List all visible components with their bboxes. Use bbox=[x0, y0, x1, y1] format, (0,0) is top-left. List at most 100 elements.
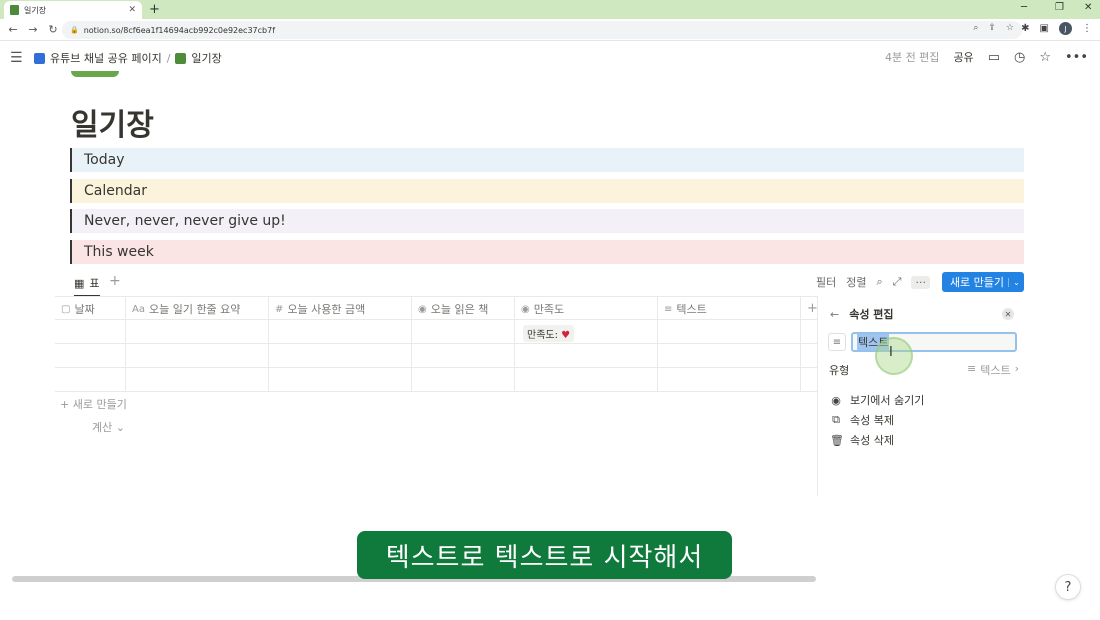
table-cell[interactable] bbox=[515, 368, 658, 392]
hide-in-view-item[interactable]: ◉ 보기에서 숨기기 bbox=[830, 392, 924, 408]
minimize-icon[interactable]: ─ bbox=[1021, 2, 1027, 13]
history-icon[interactable]: ◷ bbox=[1014, 50, 1025, 65]
breadcrumb-parent[interactable]: 유튜브 채널 공유 페이지 bbox=[50, 50, 162, 66]
share-button[interactable]: 공유 bbox=[953, 49, 973, 65]
column-header-summary[interactable]: Aa 오늘 일기 한줄 요약 bbox=[126, 297, 269, 321]
favorite-star-icon[interactable]: ☆ bbox=[1039, 50, 1051, 65]
add-view-button[interactable]: + bbox=[109, 273, 121, 289]
sort-button[interactable]: 정렬 bbox=[846, 274, 866, 290]
table-cell[interactable] bbox=[55, 320, 126, 344]
satisfaction-chip[interactable]: 만족도: ♥ bbox=[523, 325, 575, 342]
restore-icon[interactable]: ❐ bbox=[1055, 2, 1064, 13]
table-cell[interactable] bbox=[126, 344, 269, 368]
table-cell[interactable] bbox=[55, 344, 126, 368]
address-bar[interactable]: 🔒 notion.so/8cf6ea1f14694acb992c0e92ec37… bbox=[62, 21, 1022, 39]
table-cell[interactable] bbox=[55, 368, 126, 392]
diary-page-icon bbox=[175, 52, 187, 64]
hide-in-view-label: 보기에서 숨기기 bbox=[850, 394, 925, 407]
property-type-row[interactable]: 유형 ≡ 텍스트 › bbox=[829, 362, 1019, 378]
page-title[interactable]: 일기장 bbox=[71, 100, 154, 144]
breadcrumb-separator: / bbox=[166, 51, 171, 65]
select-icon: ◉ bbox=[418, 303, 427, 315]
reload-icon[interactable]: ↻ bbox=[43, 23, 63, 36]
zoom-icon[interactable]: ⌕ bbox=[973, 23, 978, 33]
table-cell[interactable] bbox=[126, 320, 269, 344]
table-cell[interactable] bbox=[269, 344, 412, 368]
table-cell[interactable]: 만족도: ♥ bbox=[515, 320, 658, 344]
property-edit-panel: ← 속성 편집 ✕ ≡ 텍스트 I 유형 ≡ 텍스트 › ◉ 보기에서 숨기기 … bbox=[817, 296, 1024, 496]
back-arrow-icon[interactable]: ← bbox=[830, 308, 839, 321]
column-label: 만족도 bbox=[533, 303, 565, 316]
extensions-icon[interactable]: ✱ bbox=[1021, 23, 1029, 34]
side-panel-icon[interactable]: ▣ bbox=[1040, 23, 1049, 34]
database-table: ▢ 날짜 Aa 오늘 일기 한줄 요약 # 오늘 사용한 금액 ◉ 오늘 읽은 … bbox=[55, 296, 818, 392]
help-button[interactable]: ? bbox=[1055, 574, 1081, 600]
table-cell[interactable] bbox=[658, 344, 801, 368]
delete-property-item[interactable]: 🗑 속성 삭제 bbox=[830, 432, 894, 448]
share-page-icon[interactable]: ⇪ bbox=[988, 23, 996, 33]
duplicate-property-item[interactable]: ⧉ 속성 복제 bbox=[830, 412, 894, 428]
more-db-options-icon[interactable]: ··· bbox=[911, 275, 930, 289]
chip-label: 만족도: bbox=[527, 330, 558, 341]
duplicate-property-label: 속성 복제 bbox=[850, 414, 894, 427]
table-row[interactable]: 만족도: ♥ bbox=[55, 320, 817, 344]
column-header-text[interactable]: ≡ 텍스트 bbox=[658, 297, 801, 321]
column-header-satisfaction[interactable]: ◉ 만족도 bbox=[515, 297, 658, 321]
callout-calendar[interactable]: Calendar bbox=[70, 179, 1024, 203]
column-header-book[interactable]: ◉ 오늘 읽은 책 bbox=[412, 297, 515, 321]
select-icon: ◉ bbox=[521, 303, 530, 315]
heart-icon: ♥ bbox=[561, 330, 571, 341]
calculate-button[interactable]: 계산 ⌄ bbox=[92, 419, 125, 435]
callout-this-week[interactable]: This week bbox=[70, 240, 1024, 264]
back-icon[interactable]: ← bbox=[3, 23, 23, 36]
profile-avatar[interactable]: J bbox=[1059, 22, 1072, 35]
table-cell[interactable] bbox=[269, 320, 412, 344]
table-cell[interactable] bbox=[269, 368, 412, 392]
view-tab-label: 표 bbox=[89, 277, 100, 290]
column-header-amount[interactable]: # 오늘 사용한 금액 bbox=[269, 297, 412, 321]
new-entry-button[interactable]: 새로 만들기 ⌄ bbox=[942, 272, 1024, 292]
column-label: 텍스트 bbox=[676, 303, 707, 316]
view-tab-table[interactable]: ▦ 표 bbox=[74, 275, 100, 297]
expand-icon[interactable]: ⤢ bbox=[893, 275, 902, 289]
table-cell[interactable] bbox=[412, 320, 515, 344]
table-cell[interactable] bbox=[412, 368, 515, 392]
sidebar-toggle-icon[interactable]: ☰ bbox=[10, 50, 23, 66]
last-edited-text: 4분 전 편집 bbox=[884, 51, 940, 64]
close-tab-icon[interactable]: ✕ bbox=[128, 5, 136, 15]
calendar-icon: ▢ bbox=[61, 303, 71, 315]
column-label: 날짜 bbox=[74, 303, 95, 316]
text-lines-icon: ≡ bbox=[664, 303, 673, 315]
number-icon: # bbox=[275, 303, 284, 315]
browser-tab-title: 일기장 bbox=[24, 5, 47, 15]
callout-motto[interactable]: Never, never, never give up! bbox=[70, 209, 1024, 233]
new-row-button[interactable]: + 새로 만들기 bbox=[60, 396, 127, 412]
close-window-icon[interactable]: ✕ bbox=[1084, 2, 1092, 13]
table-row[interactable] bbox=[55, 344, 817, 368]
close-icon[interactable]: ✕ bbox=[1002, 308, 1014, 320]
table-cell[interactable] bbox=[658, 368, 801, 392]
table-cell[interactable] bbox=[515, 344, 658, 368]
table-cell[interactable] bbox=[412, 344, 515, 368]
browser-menu-icon[interactable]: ⋮ bbox=[1082, 23, 1092, 34]
delete-property-label: 속성 삭제 bbox=[850, 434, 894, 447]
new-tab-button[interactable]: + bbox=[149, 2, 160, 17]
browser-tab[interactable]: 일기장 ✕ bbox=[4, 1, 142, 19]
column-header-date[interactable]: ▢ 날짜 bbox=[55, 297, 126, 321]
table-header: ▢ 날짜 Aa 오늘 일기 한줄 요약 # 오늘 사용한 금액 ◉ 오늘 읽은 … bbox=[55, 296, 818, 321]
search-icon[interactable]: ⌕ bbox=[877, 275, 883, 289]
forward-icon[interactable]: → bbox=[23, 23, 43, 36]
table-row[interactable] bbox=[55, 368, 817, 392]
callout-today[interactable]: Today bbox=[70, 148, 1024, 172]
filter-button[interactable]: 필터 bbox=[816, 274, 836, 290]
table-cell[interactable] bbox=[658, 320, 801, 344]
table-icon: ▦ bbox=[74, 276, 85, 290]
chevron-down-icon[interactable]: ⌄ bbox=[1008, 277, 1024, 287]
title-property-icon: Aa bbox=[132, 303, 145, 315]
bookmark-star-icon[interactable]: ☆ bbox=[1006, 23, 1014, 33]
text-lines-icon[interactable]: ≡ bbox=[828, 333, 846, 351]
more-options-icon[interactable]: ••• bbox=[1065, 50, 1088, 65]
table-cell[interactable] bbox=[126, 368, 269, 392]
comments-icon[interactable]: ▭ bbox=[988, 50, 1000, 65]
breadcrumb-current[interactable]: 일기장 bbox=[191, 50, 221, 66]
